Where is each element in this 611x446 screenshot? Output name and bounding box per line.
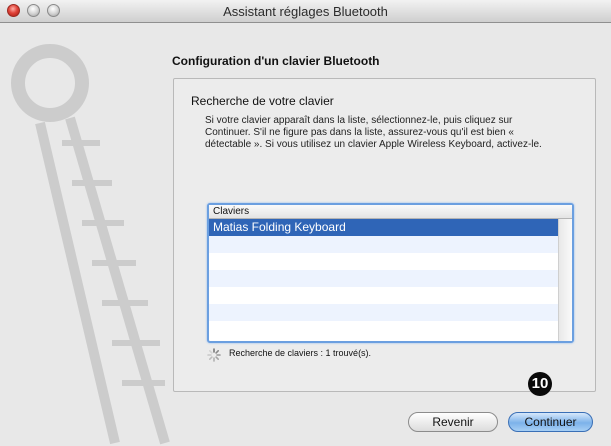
status-text: Recherche de claviers : 1 trouvé(s). bbox=[229, 348, 372, 358]
instructions-text: Si votre clavier apparaît dans la liste,… bbox=[205, 115, 542, 150]
empty-row bbox=[209, 270, 558, 287]
titlebar: Assistant réglages Bluetooth bbox=[0, 0, 611, 23]
empty-row bbox=[209, 253, 558, 270]
empty-row bbox=[209, 236, 558, 253]
empty-row bbox=[209, 287, 558, 304]
back-button[interactable]: Revenir bbox=[408, 412, 498, 432]
keyboard-list[interactable]: Claviers Matias Folding Keyboard bbox=[207, 203, 574, 343]
continue-button[interactable]: Continuer bbox=[508, 412, 593, 432]
spinner-icon bbox=[207, 348, 221, 362]
list-item[interactable]: Matias Folding Keyboard bbox=[209, 219, 558, 236]
keyboard-list-rows: Matias Folding Keyboard bbox=[209, 219, 558, 341]
window-title: Assistant réglages Bluetooth bbox=[223, 4, 388, 19]
column-header-keyboards[interactable]: Claviers bbox=[209, 205, 572, 219]
page-title: Configuration d'un clavier Bluetooth bbox=[172, 54, 380, 68]
empty-row bbox=[209, 304, 558, 321]
step-callout-badge: 10 bbox=[528, 372, 552, 396]
setup-assistant-window: Assistant réglages Bluetooth Configurati… bbox=[0, 0, 611, 446]
section-title: Recherche de votre clavier bbox=[191, 94, 334, 108]
bluetooth-utility-icon bbox=[11, 44, 170, 445]
scrollbar[interactable] bbox=[558, 219, 572, 341]
empty-row bbox=[209, 321, 558, 338]
